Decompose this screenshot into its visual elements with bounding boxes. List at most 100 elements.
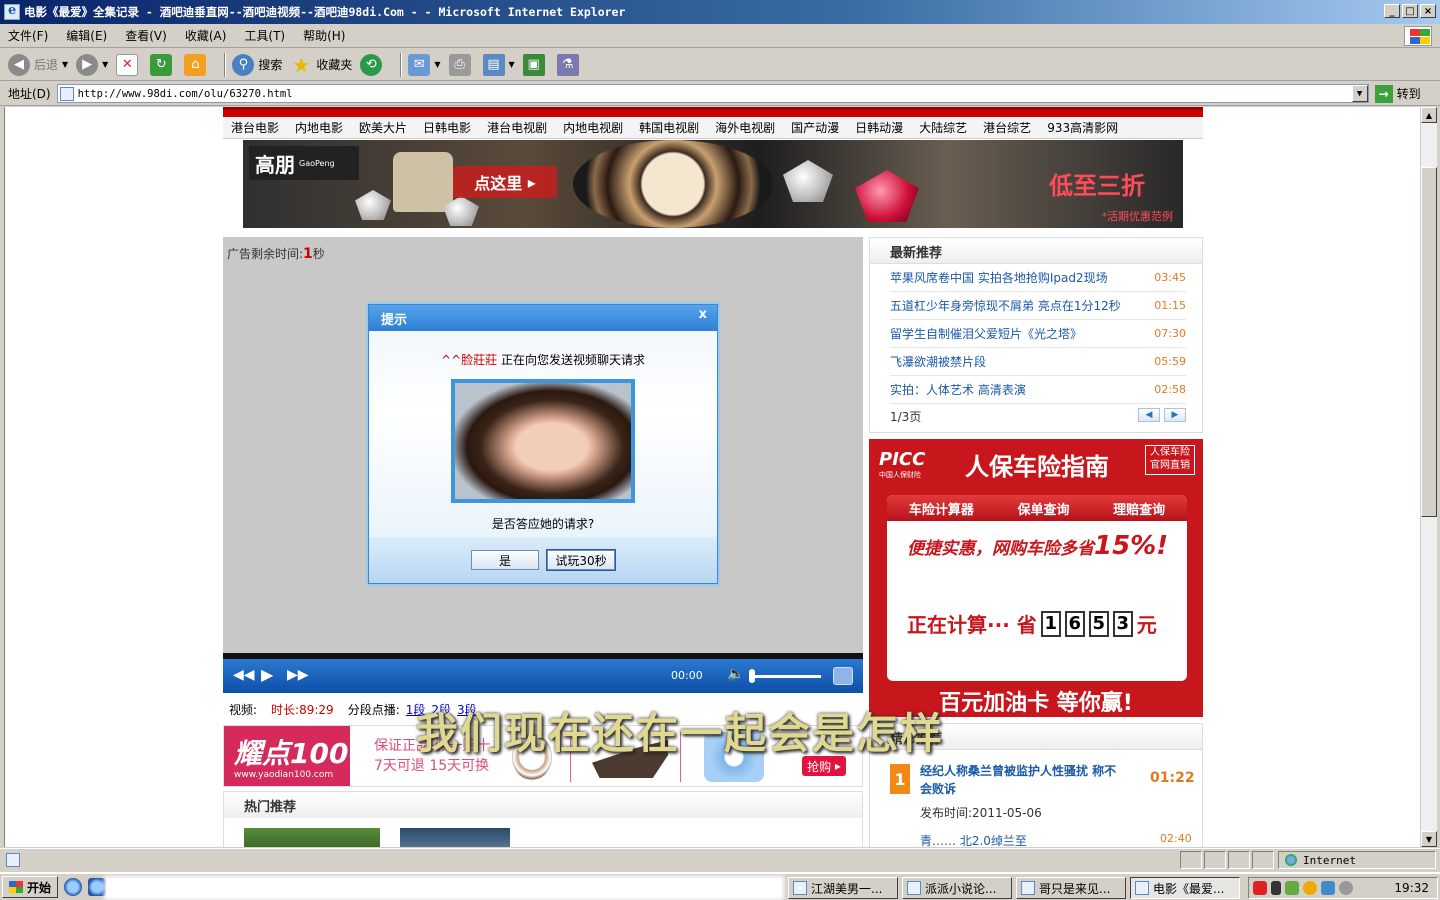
nav-item[interactable]: 港台电视剧 xyxy=(479,119,555,136)
nav-item[interactable]: 海外电视剧 xyxy=(707,119,783,136)
gaopeng-banner-ad[interactable]: 高朋 GaoPeng 点这里 ▸ 低至三折 *活期优惠范例 xyxy=(243,140,1183,228)
dialog-close-icon[interactable]: x xyxy=(699,307,707,322)
qq-icon[interactable] xyxy=(1303,881,1317,895)
volume-slider-track[interactable] xyxy=(751,675,821,678)
trial-button[interactable]: 试玩30秒 xyxy=(546,549,616,571)
edit-button[interactable]: ▤ ▼ xyxy=(482,52,515,78)
menu-file[interactable]: 文件(F) xyxy=(8,27,48,44)
task-button[interactable]: 江湖美男一... xyxy=(788,877,898,899)
rewind-icon[interactable]: ◀◀ xyxy=(233,667,255,683)
home-button[interactable]: ⌂ xyxy=(184,52,210,78)
scrollbar-thumb[interactable] xyxy=(1421,167,1437,517)
task-button[interactable]: 哥只是来见... xyxy=(1016,877,1126,899)
vertical-scrollbar[interactable]: ▲ ▼ xyxy=(1420,107,1437,847)
nav-item[interactable]: 韩国电视剧 xyxy=(631,119,707,136)
taskbar: 开始 江湖美男一... 派派小说论... 哥只是来见... 电影《最爱... 1… xyxy=(0,872,1440,900)
media-button[interactable]: ▣ xyxy=(522,52,549,78)
window-controls: _ □ × xyxy=(1384,4,1436,18)
stop-button[interactable]: ✕ xyxy=(116,52,142,78)
list-item[interactable]: 留学生自制催泪父爱短片《光之塔》 07:30 xyxy=(890,320,1186,348)
nav-item[interactable]: 内地电视剧 xyxy=(555,119,631,136)
picc-panel: 车险计算器 保单查询 理赔查询 便捷实惠，网购车险多省15%! 正在计算··· … xyxy=(887,495,1187,681)
picc-insurance-ad[interactable]: PICC 中国人保财险 人保车险指南 人保车险官网直销 车险计算器 保单查询 理赔… xyxy=(869,439,1203,717)
menu-view[interactable]: 查看(V) xyxy=(125,27,167,44)
play-icon[interactable]: ▶ xyxy=(261,665,273,684)
nav-item[interactable]: 933高清影网 xyxy=(1039,119,1126,136)
video-label: 视频: xyxy=(229,703,258,717)
list-item[interactable]: 青…… 北2.0绰兰至 xyxy=(920,832,1027,847)
address-input[interactable]: http://www.98di.com/olu/63270.html ▼ xyxy=(56,84,1369,103)
start-button[interactable]: 开始 xyxy=(2,876,59,898)
pen-icon[interactable] xyxy=(1271,881,1281,895)
list-item[interactable]: 实拍：人体艺术 高清表演 02:58 xyxy=(890,376,1186,404)
video-player[interactable]: 广告剩余时间:1秒 提示 x ^^脸莊莊 正在向您发送视频聊天请求 是否答应她的… xyxy=(223,237,863,693)
video-chat-dialog: 提示 x ^^脸莊莊 正在向您发送视频聊天请求 是否答应她的请求? 是 试玩30… xyxy=(368,304,718,584)
menu-edit[interactable]: 编辑(E) xyxy=(66,27,107,44)
volume-tray-icon[interactable] xyxy=(1339,881,1353,895)
nav-item[interactable]: 港台电影 xyxy=(223,119,287,136)
input-method-icon[interactable] xyxy=(1253,881,1267,895)
go-label: 转到 xyxy=(1396,87,1421,101)
nav-item[interactable]: 大陆综艺 xyxy=(911,119,975,136)
list-item[interactable]: 飞瀑欲潮被禁片段 05:59 xyxy=(890,348,1186,376)
scroll-down-button[interactable]: ▼ xyxy=(1421,831,1437,847)
nav-item[interactable]: 欧美大片 xyxy=(351,119,415,136)
address-label: 地址(D) xyxy=(8,87,51,101)
featured-item-title[interactable]: 经纪人称桑兰曾被监护人性骚扰 称不会败诉 xyxy=(920,762,1120,798)
click-here-button[interactable]: 点这里 ▸ xyxy=(453,166,557,198)
window-icon xyxy=(793,881,807,895)
media-icon: ▣ xyxy=(522,53,545,76)
task-button-active[interactable]: 电影《最爱... xyxy=(1130,877,1240,899)
nav-item[interactable]: 内地电影 xyxy=(287,119,351,136)
yes-button[interactable]: 是 xyxy=(471,550,539,570)
go-arrow-icon: → xyxy=(1374,84,1393,103)
list-item[interactable]: 五道杠少年身旁惊现不屑弟 亮点在1分12秒 01:15 xyxy=(890,292,1186,320)
scroll-up-button[interactable]: ▲ xyxy=(1421,107,1437,123)
fast-forward-icon[interactable]: ▶▶ xyxy=(287,667,309,683)
tab-policy-query[interactable]: 保单查询 xyxy=(1017,499,1069,518)
next-page-button[interactable]: ▶ xyxy=(1164,408,1186,422)
refresh-button[interactable]: ↻ xyxy=(150,52,176,78)
ie-quicklaunch-icon[interactable] xyxy=(64,878,83,896)
picc-slogan: 便捷实惠，网购车险多省15%! xyxy=(907,531,1169,561)
picc-title: 人保车险指南 xyxy=(965,453,1109,481)
nav-item[interactable]: 日韩动漫 xyxy=(847,119,911,136)
dialog-title: 提示 xyxy=(381,312,408,328)
minimize-button[interactable]: _ xyxy=(1384,4,1400,18)
dialog-footer: 是 试玩30秒 xyxy=(369,537,717,583)
go-button[interactable]: → 转到 xyxy=(1374,84,1421,103)
tab-claim-query[interactable]: 理赔查询 xyxy=(1113,499,1165,518)
close-button[interactable]: × xyxy=(1420,4,1436,18)
tray-app-icon[interactable] xyxy=(1321,881,1335,895)
forward-button[interactable]: ▶ ▼ xyxy=(76,52,108,78)
tab-car-calculator[interactable]: 车险计算器 xyxy=(909,499,974,518)
research-button[interactable]: ⚗ xyxy=(556,52,583,78)
menu-help[interactable]: 帮助(H) xyxy=(303,27,345,44)
nav-item[interactable]: 国产动漫 xyxy=(783,119,847,136)
prev-page-button[interactable]: ◀ xyxy=(1138,408,1160,422)
history-button[interactable]: ⟲ xyxy=(360,52,386,78)
search-button[interactable]: ⚲ 搜索 xyxy=(232,52,282,78)
print-button[interactable]: ⎙ xyxy=(448,52,475,78)
task-button[interactable]: 派派小说论... xyxy=(902,877,1012,899)
nav-item[interactable]: 日韩电影 xyxy=(415,119,479,136)
dialog-message: ^^脸莊莊 正在向您发送视频聊天请求 xyxy=(441,353,645,367)
tray-app-icon[interactable] xyxy=(1285,881,1299,895)
playback-time: 00:00 xyxy=(671,669,703,682)
address-dropdown-button[interactable]: ▼ xyxy=(1351,85,1368,102)
featured-item-time: 01:22 xyxy=(1150,770,1195,786)
menu-favorites[interactable]: 收藏(A) xyxy=(185,27,227,44)
list-item[interactable]: 苹果风席卷中国 实拍各地抢购Ipad2现场 03:45 xyxy=(890,264,1186,292)
favorites-button[interactable]: ★ 收藏夹 xyxy=(290,52,352,78)
video-thumbnail[interactable] xyxy=(400,828,510,847)
mail-button[interactable]: ✉ ▼ xyxy=(408,52,441,78)
fullscreen-icon[interactable] xyxy=(833,667,853,685)
nav-item[interactable]: 港台综艺 xyxy=(975,119,1039,136)
video-thumbnail[interactable] xyxy=(244,828,380,847)
site-nav: 港台电影 内地电影 欧美大片 日韩电影 港台电视剧 内地电视剧 韩国电视剧 海外… xyxy=(223,117,1203,139)
volume-icon[interactable]: 🔈 xyxy=(727,666,744,682)
volume-slider-handle[interactable] xyxy=(749,669,755,683)
menu-tools[interactable]: 工具(T) xyxy=(244,27,285,44)
back-button[interactable]: ◀ 后退 ▼ xyxy=(8,52,68,78)
maximize-button[interactable]: □ xyxy=(1402,4,1418,18)
